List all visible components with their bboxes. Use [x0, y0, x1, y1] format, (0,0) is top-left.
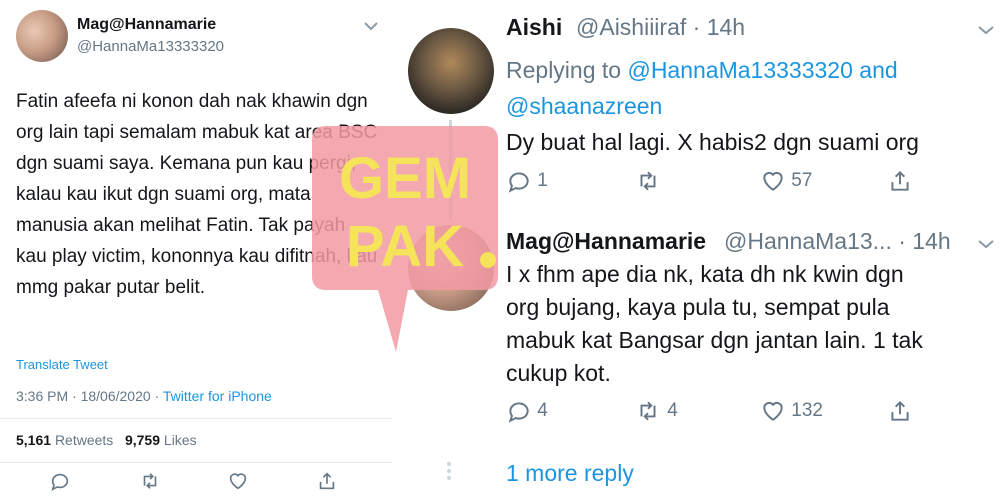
reply-icon	[508, 172, 529, 193]
retweet-count: 4	[667, 400, 678, 422]
svg-text:GEM: GEM	[339, 146, 471, 211]
like-count: 57	[791, 170, 813, 192]
reply-button[interactable]: 1	[506, 168, 548, 194]
reply-text-line: I x fhm ape dia nk, kata dh nk kwin dgn	[506, 261, 904, 287]
more-replies-link[interactable]: 1 more reply	[506, 460, 634, 487]
like-icon	[763, 401, 783, 421]
user-handle[interactable]: @HannaMa13... · 14h	[724, 228, 951, 255]
reply-text-line: mabuk kat Bangsar dgn jantan lain. 1 tak	[506, 327, 923, 353]
likes-count[interactable]: 9,759	[125, 432, 160, 448]
reply-count: 4	[537, 400, 548, 422]
retweet-icon[interactable]	[138, 470, 162, 494]
meta-separator: ·	[72, 388, 77, 404]
reply-button[interactable]: 4	[506, 398, 548, 424]
meta-separator: ·	[154, 388, 160, 404]
share-button[interactable]	[887, 168, 913, 194]
chevron-down-icon[interactable]	[978, 236, 994, 252]
like-count: 132	[791, 400, 823, 422]
reply-count: 1	[537, 170, 548, 192]
mention-link[interactable]: @shaanazreen	[506, 93, 662, 119]
user-handle[interactable]: @HannaMa13333320	[77, 38, 224, 55]
retweets-count[interactable]: 5,161	[16, 432, 51, 448]
reply-text: Dy buat hal lagi. X habis2 dgn suami org	[506, 129, 919, 155]
divider	[0, 462, 392, 463]
display-name[interactable]: Mag@Hannamarie	[506, 228, 706, 255]
retweets-label[interactable]: Retweets	[55, 432, 113, 448]
tweet-stats: 5,161 Retweets 9,759 Likes	[16, 432, 197, 448]
share-icon	[891, 400, 909, 421]
chevron-down-icon[interactable]	[978, 22, 994, 38]
gempak-watermark-logo: GEM PAK	[312, 126, 498, 352]
like-icon	[763, 171, 783, 191]
retweet-icon	[640, 171, 656, 191]
share-button[interactable]	[887, 398, 913, 424]
retweet-button[interactable]	[634, 168, 662, 194]
retweet-icon	[640, 401, 656, 421]
retweet-button[interactable]: 4	[634, 398, 678, 424]
tweet-meta: 3:36 PM · 18/06/2020 · Twitter for iPhon…	[16, 388, 272, 404]
likes-label[interactable]: Likes	[164, 432, 197, 448]
like-icon[interactable]	[227, 470, 251, 494]
replying-prefix: Replying to	[506, 57, 622, 83]
replying-and: and	[859, 57, 898, 83]
reply-icon	[508, 402, 529, 423]
mention-link[interactable]: @HannaMa13333320	[627, 57, 852, 83]
replying-to: Replying to @HannaMa13333320 and @shaana…	[506, 52, 976, 124]
like-button[interactable]: 132	[760, 398, 823, 424]
tweet-source-link[interactable]: Twitter for iPhone	[163, 388, 272, 404]
user-handle[interactable]: @Aishiiiraf · 14h	[576, 14, 745, 41]
tweet-time: 3:36 PM	[16, 388, 69, 404]
divider	[0, 418, 392, 419]
avatar[interactable]	[16, 10, 68, 62]
reply-icon[interactable]	[49, 470, 73, 494]
reply-text-line: cukup kot.	[506, 360, 611, 386]
translate-tweet-link[interactable]: Translate Tweet	[16, 357, 108, 372]
avatar[interactable]	[408, 28, 494, 114]
reply-text: I x fhm ape dia nk, kata dh nk kwin dgn …	[506, 258, 923, 390]
thread-dots	[444, 462, 454, 483]
display-name[interactable]: Aishi	[506, 14, 562, 41]
like-button[interactable]: 57	[760, 168, 812, 194]
chevron-down-icon[interactable]	[364, 18, 378, 34]
tweet-date: 18/06/2020	[80, 388, 151, 404]
svg-text:PAK: PAK	[346, 214, 464, 279]
share-icon	[891, 170, 909, 191]
share-icon[interactable]	[316, 470, 340, 494]
reply-text-line: org bujang, kaya pula tu, sempat pula	[506, 294, 890, 320]
display-name[interactable]: Mag@Hannamarie	[77, 16, 216, 34]
